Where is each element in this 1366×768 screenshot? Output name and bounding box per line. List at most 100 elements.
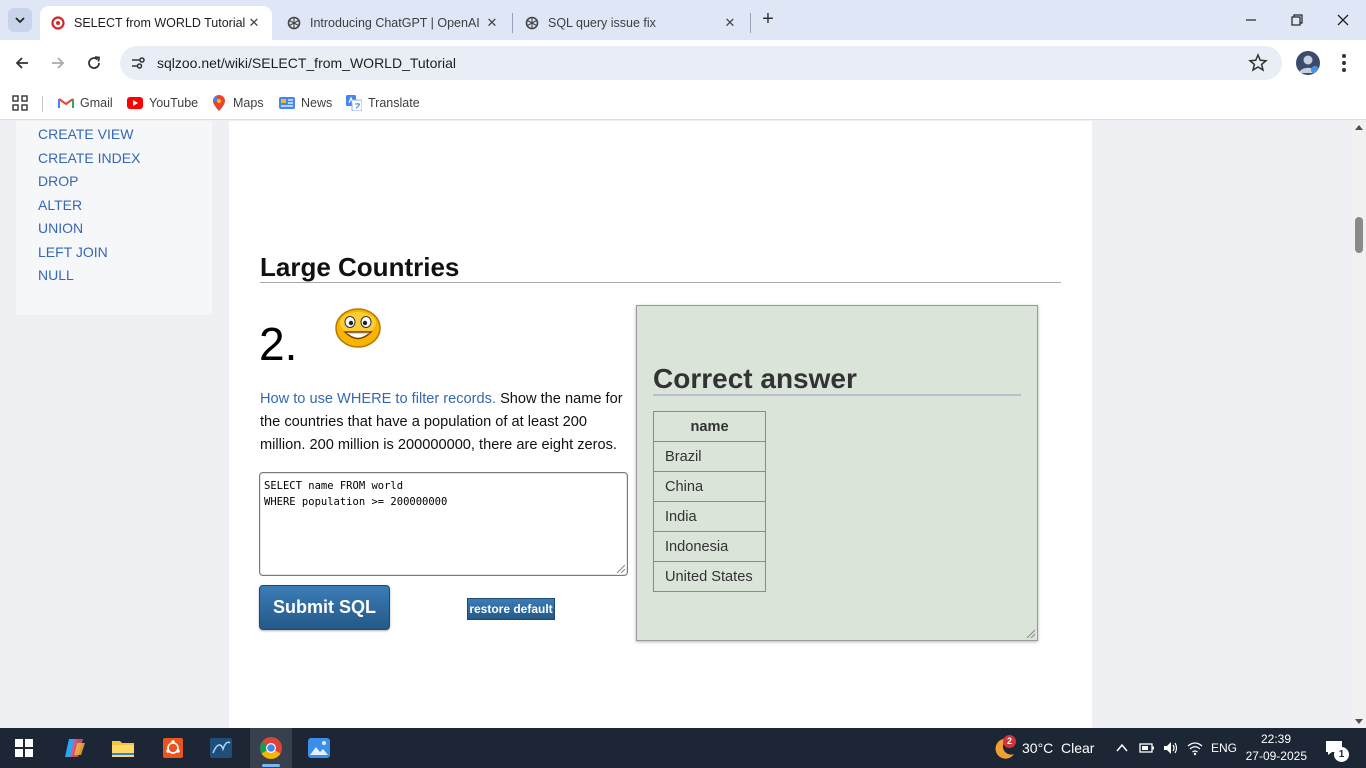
ubuntu-icon — [163, 738, 183, 758]
title-divider — [260, 282, 1061, 283]
tab-sqlzoo[interactable]: SELECT from WORLD Tutorial - ✕ — [40, 6, 272, 40]
sidebar-item-drop[interactable]: DROP — [38, 173, 78, 189]
tab-separator — [750, 13, 751, 33]
forward-button[interactable] — [44, 49, 72, 77]
resize-grip-icon[interactable] — [615, 563, 625, 573]
new-tab-button[interactable]: + — [758, 9, 778, 30]
minimize-button[interactable] — [1228, 0, 1274, 40]
bookmark-translate[interactable]: Translate — [346, 92, 420, 114]
tab-title: Introducing ChatGPT | OpenAI — [310, 16, 480, 30]
question-number: 2. — [259, 318, 298, 370]
bookmark-label: Maps — [233, 96, 264, 110]
arrow-left-icon — [15, 57, 28, 69]
table-row: India — [653, 501, 766, 532]
sidebar-nav: CREATE VIEW CREATE INDEX DROP ALTER UNIO… — [16, 121, 212, 315]
sidebar-item-create-index[interactable]: CREATE INDEX — [38, 150, 140, 166]
address-bar[interactable]: sqlzoo.net/wiki/SELECT_from_WORLD_Tutori… — [120, 46, 1282, 80]
tab-search-button[interactable] — [8, 8, 32, 32]
start-button[interactable] — [3, 728, 45, 768]
restore-default-button[interactable]: restore default — [467, 598, 555, 620]
table-cell: Indonesia — [653, 531, 766, 562]
tab-title: SQL query issue fix — [548, 16, 656, 30]
close-tab-icon[interactable]: ✕ — [246, 15, 262, 31]
volume-icon[interactable] — [1163, 740, 1179, 756]
taskbar-chrome[interactable] — [250, 728, 292, 768]
translate-icon — [346, 95, 362, 111]
folder-icon — [112, 741, 134, 757]
table-cell: United States — [653, 561, 766, 592]
question-text: How to use WHERE to filter records. Show… — [260, 388, 632, 457]
resize-grip-icon[interactable] — [1025, 628, 1035, 638]
windows-taskbar: 2 30°C Clear ENG 22:39 27-09-2025 1 — [0, 728, 1366, 768]
close-tab-icon[interactable]: ✕ — [484, 15, 500, 31]
browser-toolbar: sqlzoo.net/wiki/SELECT_from_WORLD_Tutori… — [0, 40, 1366, 86]
notification-count-badge: 1 — [1334, 747, 1349, 762]
sidebar-item-union[interactable]: UNION — [38, 220, 83, 236]
battery-icon[interactable] — [1139, 740, 1155, 756]
openai-favicon-icon — [286, 15, 302, 31]
tab-chatgpt[interactable]: Introducing ChatGPT | OpenAI ✕ — [276, 6, 510, 40]
bookmark-label: Translate — [368, 96, 420, 110]
bookmark-gmail[interactable]: Gmail — [58, 92, 113, 114]
sidebar-item-alter[interactable]: ALTER — [38, 197, 82, 213]
wifi-icon[interactable] — [1187, 740, 1203, 756]
bookmark-separator — [42, 96, 43, 112]
close-window-button[interactable] — [1320, 0, 1366, 40]
sql-line: WHERE population >= 200000000 — [264, 496, 448, 508]
avatar-icon — [1299, 55, 1319, 74]
bookmark-label: Gmail — [80, 96, 113, 110]
table-header-row: name — [653, 411, 766, 442]
bookmark-maps[interactable]: Maps — [211, 92, 264, 114]
tab-strip: SELECT from WORLD Tutorial - ✕ Introduci… — [0, 0, 1366, 40]
chevron-up-icon[interactable] — [1114, 740, 1130, 756]
sidebar-item-left-join[interactable]: LEFT JOIN — [38, 244, 108, 260]
bookmark-label: YouTube — [149, 96, 199, 110]
scroll-down-arrow-icon[interactable] — [1355, 719, 1363, 724]
weather-temperature[interactable]: 30°C — [1022, 740, 1053, 756]
openai-favicon-icon — [524, 15, 540, 31]
close-tab-icon[interactable]: ✕ — [722, 15, 738, 31]
site-settings-icon[interactable] — [128, 53, 148, 73]
reload-button[interactable] — [80, 49, 108, 77]
language-indicator[interactable]: ENG — [1211, 741, 1237, 755]
maps-pin-icon — [211, 95, 227, 111]
apps-button[interactable] — [12, 92, 28, 114]
restore-button[interactable] — [1274, 0, 1320, 40]
taskbar-mysql-workbench[interactable] — [200, 728, 242, 768]
taskbar-file-explorer[interactable] — [102, 728, 144, 768]
arrow-right-icon — [52, 57, 65, 69]
close-icon — [1337, 14, 1349, 26]
grinning-smiley-icon — [335, 308, 381, 348]
back-button[interactable] — [8, 49, 36, 77]
bookmark-star-icon[interactable] — [1248, 53, 1268, 73]
url-text[interactable]: sqlzoo.net/wiki/SELECT_from_WORLD_Tutori… — [157, 55, 456, 71]
scroll-up-arrow-icon[interactable] — [1355, 125, 1363, 130]
sql-editor[interactable]: SELECT name FROM world WHERE population … — [259, 472, 628, 576]
profile-avatar[interactable] — [1296, 51, 1320, 75]
taskbar-photos[interactable] — [298, 728, 340, 768]
sidebar-item-create-view[interactable]: CREATE VIEW — [38, 126, 133, 142]
where-filter-link[interactable]: How to use WHERE to filter records. — [260, 391, 496, 407]
answer-divider — [653, 394, 1021, 396]
table-cell: India — [653, 501, 766, 532]
bookmark-news[interactable]: News — [279, 92, 332, 114]
weather-condition[interactable]: Clear — [1061, 740, 1094, 756]
reload-icon — [88, 56, 101, 69]
bookmark-youtube[interactable]: YouTube — [127, 92, 198, 114]
clock-date[interactable]: 27-09-2025 — [1239, 749, 1307, 763]
submit-sql-button[interactable]: Submit SQL — [259, 585, 390, 630]
apps-grid-icon — [12, 95, 28, 111]
page-scrollbar[interactable] — [1352, 121, 1366, 728]
table-row: Brazil — [653, 441, 766, 472]
scrollbar-thumb[interactable] — [1355, 217, 1363, 253]
chrome-icon — [260, 737, 282, 759]
taskbar-ubuntu-app[interactable] — [152, 728, 194, 768]
table-row: United States — [653, 561, 766, 592]
taskbar-copilot[interactable] — [54, 728, 96, 768]
tab-sql-fix[interactable]: SQL query issue fix ✕ — [514, 6, 748, 40]
clock-time[interactable]: 22:39 — [1255, 732, 1291, 746]
gmail-icon — [58, 95, 74, 111]
sidebar-item-null[interactable]: NULL — [38, 267, 74, 283]
answer-panel: Correct answer name Brazil China India I… — [636, 305, 1038, 641]
browser-menu-button[interactable] — [1334, 52, 1354, 74]
